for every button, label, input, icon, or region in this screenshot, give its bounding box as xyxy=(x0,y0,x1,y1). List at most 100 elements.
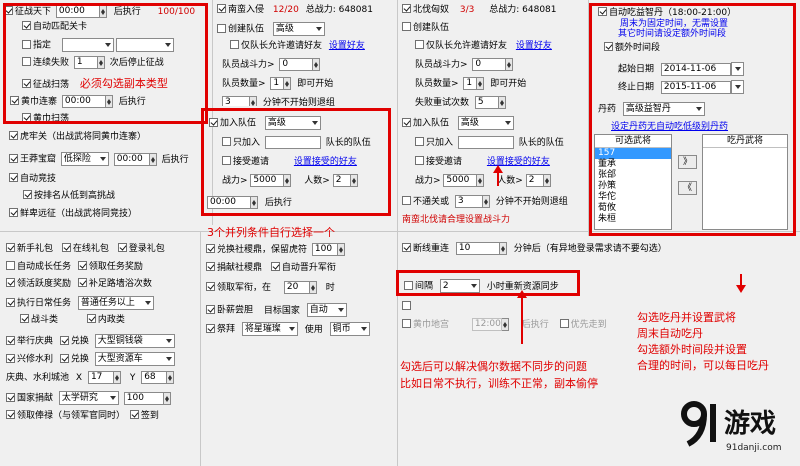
reconnect-checkbox[interactable] xyxy=(402,243,411,252)
x-input[interactable]: 17 xyxy=(87,371,114,384)
newbie-checkbox[interactable] xyxy=(6,243,15,252)
exchange-1-checkbox[interactable] xyxy=(59,335,69,345)
claim-task-checkbox[interactable] xyxy=(77,261,87,270)
active-checkbox[interactable] xyxy=(6,278,15,287)
land-checkbox[interactable] xyxy=(206,244,215,253)
donate-select[interactable]: 太学研究 xyxy=(58,391,119,405)
rank-checkbox[interactable] xyxy=(206,282,215,291)
donate-checkbox[interactable] xyxy=(6,392,15,402)
xianbei-checkbox[interactable] xyxy=(9,208,18,217)
sign-checkbox[interactable] xyxy=(77,278,87,287)
north-accept-checkbox[interactable] xyxy=(415,156,424,165)
land-amount-spin[interactable] xyxy=(337,243,345,256)
north-only-join-checkbox[interactable] xyxy=(415,137,424,146)
salary-checkbox[interactable] xyxy=(6,410,15,419)
north-people-spin[interactable] xyxy=(543,174,551,187)
land-amount-input[interactable]: 100 xyxy=(311,243,338,256)
wangmang-time-spin[interactable] xyxy=(149,152,157,166)
north-invite-row: 仅队长允许邀请好友 设置好友 xyxy=(415,40,552,53)
brand-url: 91danji.com xyxy=(726,443,782,453)
south-team-level-select[interactable]: 高级 xyxy=(272,22,325,36)
north-nojoin-checkbox[interactable] xyxy=(402,196,411,205)
north-people-input[interactable]: 2 xyxy=(525,174,544,187)
tiger-checkbox[interactable] xyxy=(9,131,18,140)
y-spin[interactable] xyxy=(167,371,175,384)
upgrade-checkbox[interactable] xyxy=(270,262,280,271)
by-rank-checkbox[interactable] xyxy=(23,190,32,199)
highlight-box-1 xyxy=(3,3,208,124)
tiger-label: 虎牢关（出战武将同黄巾连寨） xyxy=(20,132,147,142)
south-member-power-input[interactable]: 0 xyxy=(279,58,314,71)
north-power-spin[interactable] xyxy=(477,174,485,187)
y-input[interactable]: 68 xyxy=(141,371,168,384)
daily-level-select[interactable]: 普通任务以上 xyxy=(77,296,154,310)
target-select[interactable]: 自动 xyxy=(306,303,347,317)
north-power-input[interactable]: 5000 xyxy=(443,174,478,187)
reconnect-input[interactable]: 10 xyxy=(455,242,500,255)
south-member-power-label: 队员战斗力> xyxy=(222,60,275,70)
north-set-friends-link[interactable]: 设置好友 xyxy=(516,41,552,51)
south-member-count-input[interactable]: 1 xyxy=(270,77,285,90)
south-member-count-spin[interactable] xyxy=(284,77,292,90)
donate-amount-spin[interactable] xyxy=(163,391,171,405)
sync-hint-2: 比如日常不执行，训练不正常，副本偷停 xyxy=(400,377,598,390)
reconnect-spin[interactable] xyxy=(499,242,507,255)
exchange-2-checkbox[interactable] xyxy=(59,353,69,363)
north-member-power-spin[interactable] xyxy=(506,58,514,71)
priority-checkbox[interactable] xyxy=(559,319,569,328)
login-checkbox[interactable] xyxy=(117,243,127,252)
rank-hour-spin[interactable] xyxy=(309,281,317,294)
wangmang-checkbox[interactable] xyxy=(9,153,18,163)
south-member-count-label: 队员数量> xyxy=(222,79,266,89)
south-checkbox[interactable] xyxy=(217,4,226,13)
north-create-checkbox[interactable] xyxy=(402,22,411,31)
battle-checkbox[interactable] xyxy=(20,314,29,323)
north-member-count-input[interactable]: 1 xyxy=(463,77,478,90)
south-set-friends-link[interactable]: 设置好友 xyxy=(329,41,365,51)
huangjin-time-spin[interactable] xyxy=(501,318,509,331)
battle-label: 战斗类 xyxy=(31,315,59,325)
growth-checkbox[interactable] xyxy=(6,261,15,270)
exchange-2-select[interactable]: 大型资源车 xyxy=(94,352,175,366)
use-select[interactable]: 铜币 xyxy=(329,322,370,336)
wangmang-level-select[interactable]: 低探险 xyxy=(60,152,109,166)
huangjin-checkbox[interactable] xyxy=(402,319,411,328)
internal-checkbox[interactable] xyxy=(86,314,96,323)
ding-checkbox[interactable] xyxy=(206,262,215,271)
xingxiu-checkbox[interactable] xyxy=(6,353,15,363)
x-spin[interactable] xyxy=(113,371,121,384)
exchange-1-select[interactable]: 大型铜钱袋 xyxy=(94,334,175,348)
online-checkbox[interactable] xyxy=(61,243,71,252)
option-3-checkbox[interactable] xyxy=(402,301,411,310)
south-member-power-spin[interactable] xyxy=(313,58,321,71)
north-retry-input[interactable]: 5 xyxy=(474,96,499,109)
donate-amount-input[interactable]: 100 xyxy=(123,391,164,405)
north-join-level-select[interactable]: 高级 xyxy=(457,116,514,130)
sacrifice-select[interactable]: 将星璀璨 xyxy=(241,322,298,336)
wo-checkbox[interactable] xyxy=(206,304,215,314)
huangjin-time-input[interactable]: 12:00 xyxy=(471,318,502,331)
rank-hour-input[interactable]: 20 xyxy=(283,281,310,294)
sacrifice-checkbox[interactable] xyxy=(206,323,215,333)
south-create-checkbox[interactable] xyxy=(217,23,226,33)
north-nojoin-input[interactable]: 3 xyxy=(454,195,483,208)
south-invite-checkbox[interactable] xyxy=(230,40,239,49)
north-leader-input[interactable] xyxy=(457,136,514,149)
sign-label: 补足路墙浴次数 xyxy=(88,279,152,289)
north-retry-spin[interactable] xyxy=(498,96,506,109)
daily-checkbox[interactable] xyxy=(6,297,15,307)
celebration-checkbox[interactable] xyxy=(6,335,15,345)
north-member-count-spin[interactable] xyxy=(477,77,485,90)
south-minutes-spin[interactable] xyxy=(250,96,257,106)
wangmang-time-input[interactable]: 00:00 xyxy=(113,152,150,166)
north-invite-checkbox[interactable] xyxy=(415,40,424,49)
north-checkbox[interactable] xyxy=(402,4,411,13)
north-join-checkbox[interactable] xyxy=(402,117,411,127)
north-member-power-input[interactable]: 0 xyxy=(472,58,507,71)
signin-checkbox[interactable] xyxy=(129,410,139,419)
south-label: 南蛮入侵 xyxy=(228,5,265,15)
south-minutes-input[interactable]: 3 xyxy=(222,96,250,106)
highlight-box-interval xyxy=(396,270,580,296)
north-nojoin-spin[interactable] xyxy=(482,195,490,208)
compete-checkbox[interactable] xyxy=(9,173,18,182)
